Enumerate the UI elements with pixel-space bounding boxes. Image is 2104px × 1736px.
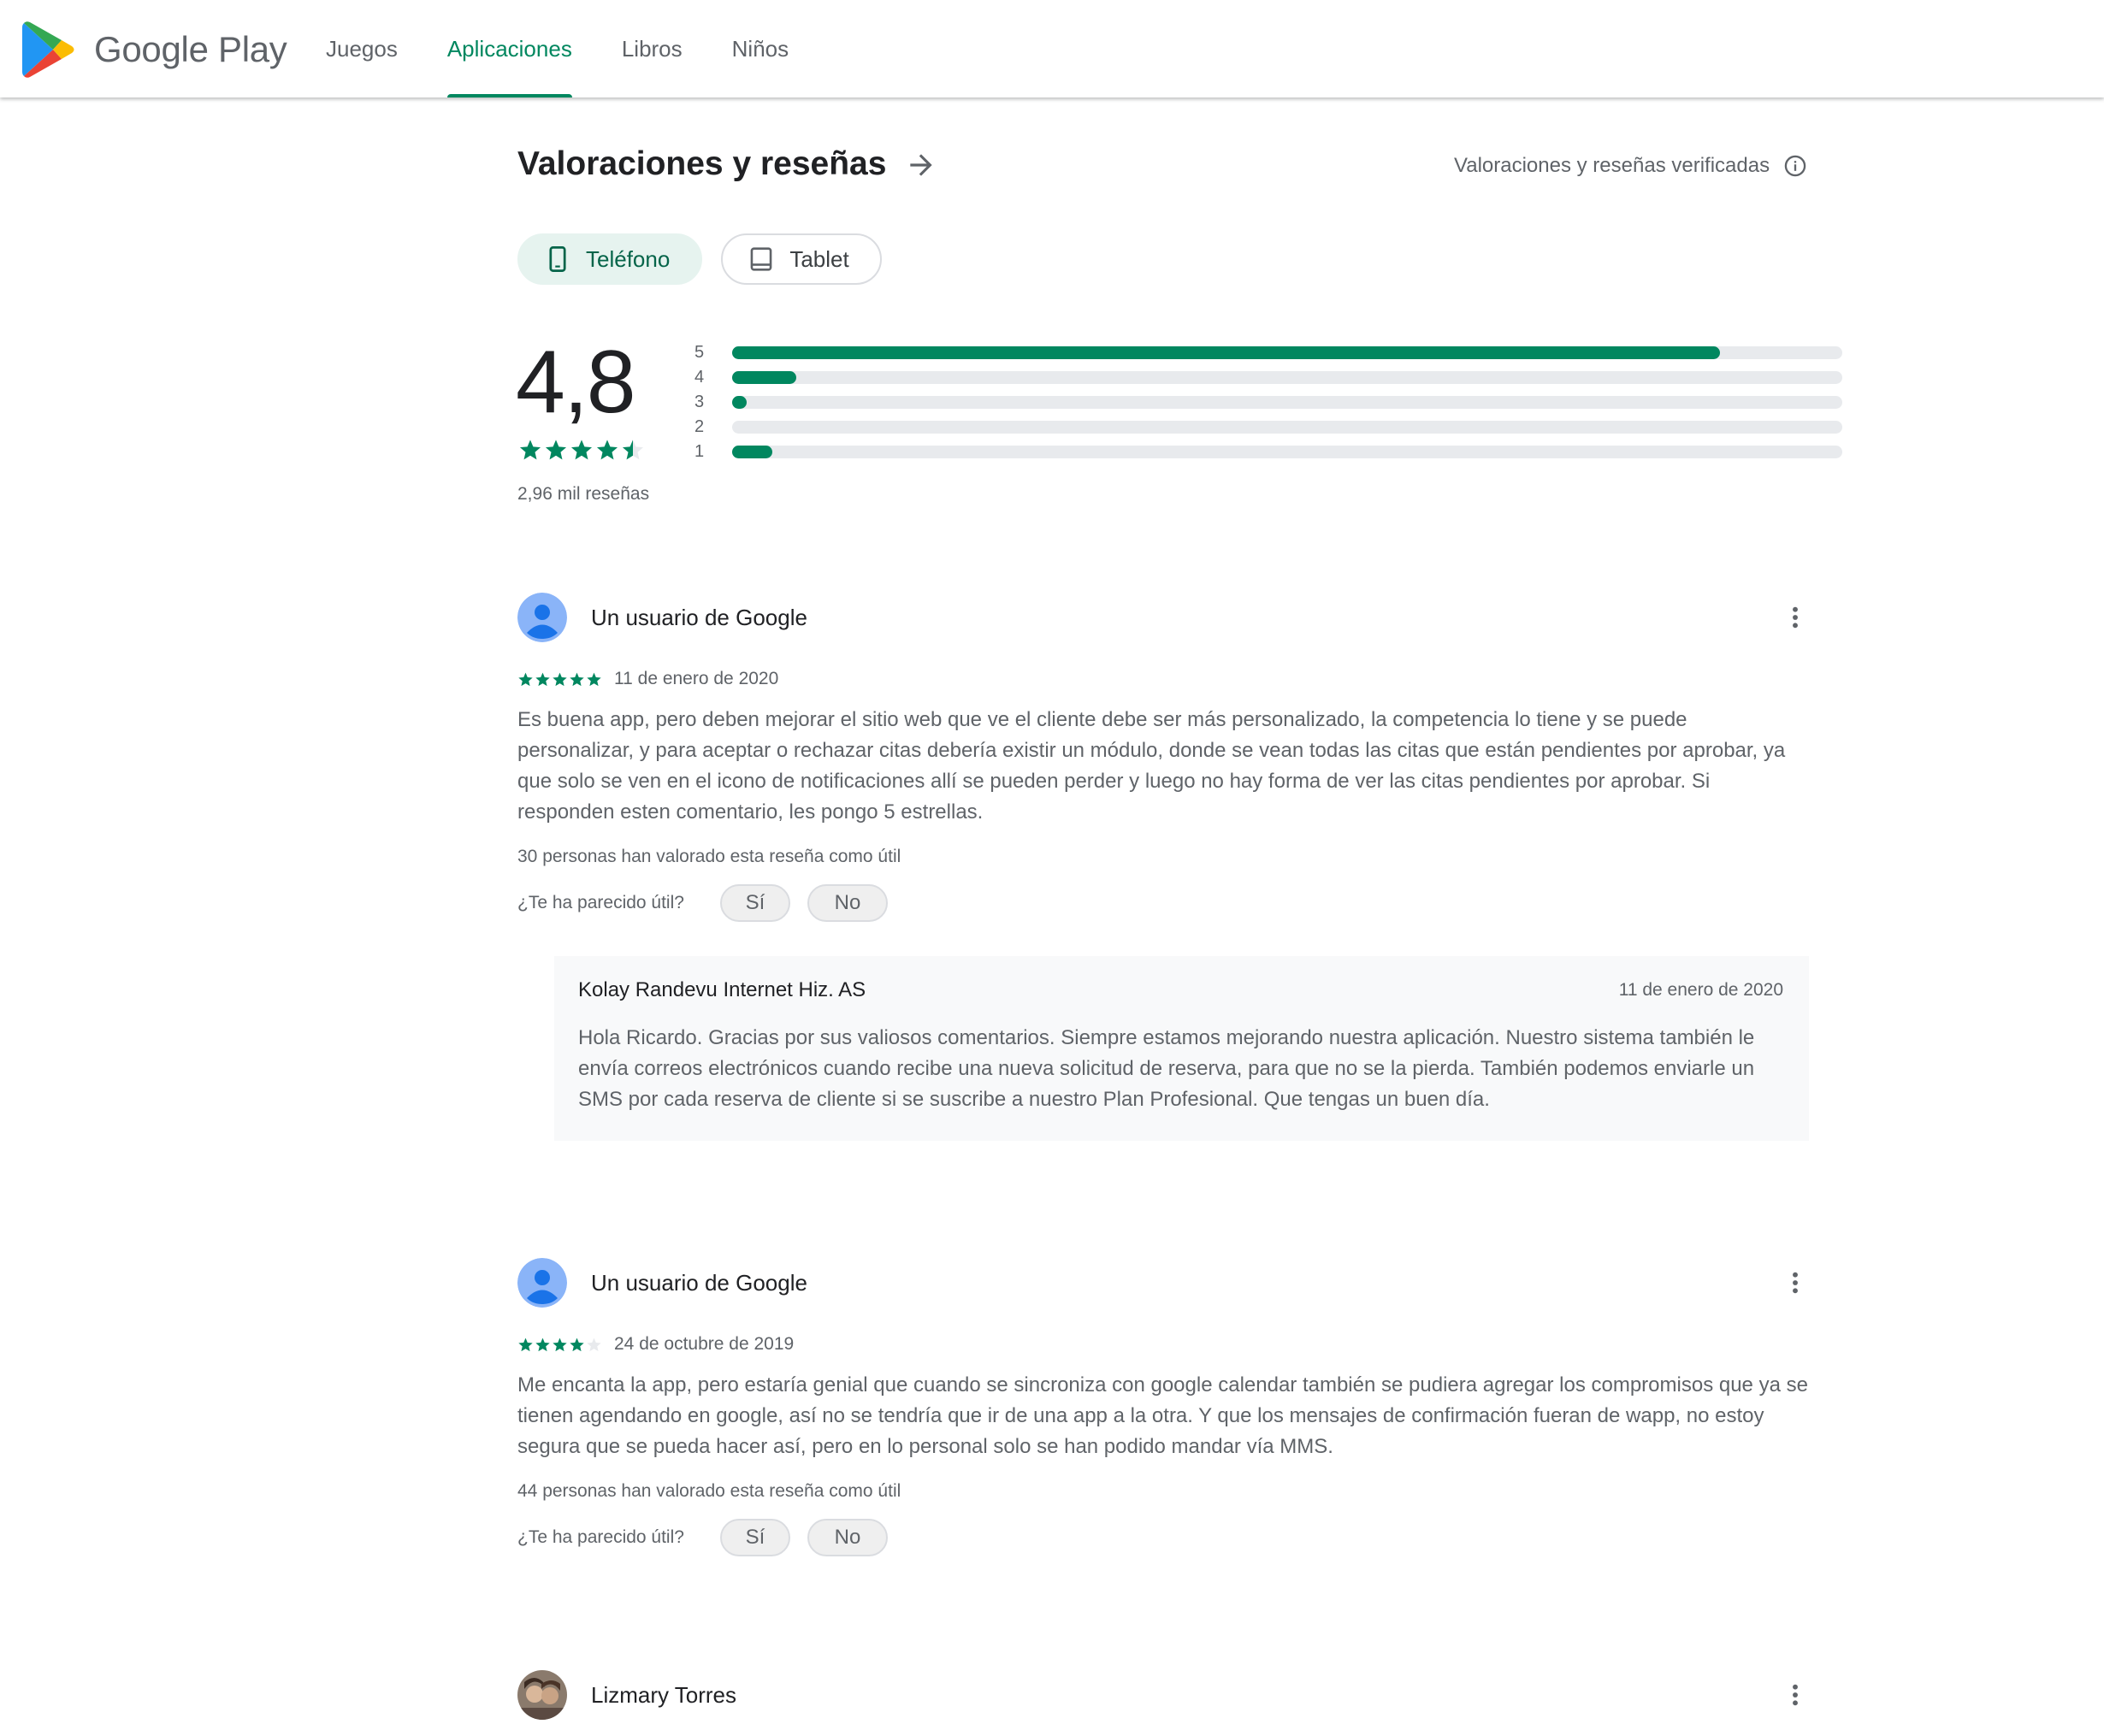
histogram-row-3: 3	[694, 390, 1842, 415]
histogram-track	[732, 346, 1842, 359]
default-user-avatar	[517, 593, 567, 642]
review-count: 2,96 mil reseñas	[517, 484, 650, 504]
star-icon	[587, 1337, 601, 1351]
helpful-no-button[interactable]: No	[807, 1519, 888, 1556]
verified-ratings-label: Valoraciones y reseñas verificadas	[1454, 154, 1807, 178]
review-card: Un usuario de Google 11 de enero de 2020…	[517, 592, 1809, 1141]
star-icon	[553, 672, 567, 686]
review-date: 24 de octubre de 2019	[614, 1334, 795, 1354]
photo-avatar	[517, 1670, 567, 1720]
histogram-row-2: 2	[694, 415, 1842, 440]
star-icon	[519, 440, 541, 460]
histogram-label: 4	[694, 368, 705, 387]
histogram-fill	[732, 371, 797, 384]
histogram-label: 1	[694, 442, 705, 461]
review-date: 11 de enero de 2020	[614, 669, 779, 688]
helpful-count: 30 personas han valorado esta reseña com…	[517, 847, 901, 866]
phone-icon	[549, 246, 566, 272]
default-user-avatar	[517, 1258, 567, 1308]
reply-text: Hola Ricardo. Gracias por sus valiosos c…	[578, 1026, 1755, 1111]
rating-histogram: 5 4 3 2 1	[694, 340, 1842, 464]
histogram-row-5: 5	[694, 340, 1842, 365]
review-author: Un usuario de Google	[591, 604, 807, 630]
nav-tab-juegos[interactable]: Juegos	[301, 0, 423, 97]
review-text: Me encanta la app, pero estaría genial q…	[517, 1373, 1808, 1458]
device-filter-chips: Teléfono Tablet	[517, 233, 882, 285]
more-vert-icon[interactable]	[1782, 604, 1809, 631]
helpful-yes-button[interactable]: Sí	[719, 884, 790, 922]
verified-ratings-text: Valoraciones y reseñas verificadas	[1454, 154, 1770, 177]
histogram-fill	[732, 446, 772, 458]
review-author: Un usuario de Google	[591, 1269, 807, 1296]
google-play-logo-icon	[22, 21, 74, 78]
star-icon	[535, 672, 550, 686]
histogram-label: 3	[694, 393, 705, 411]
star-icon	[570, 1337, 584, 1351]
review-card: Un usuario de Google 24 de octubre de 20…	[517, 1257, 1809, 1556]
section-title: Valoraciones y reseñas	[517, 145, 887, 182]
more-vert-icon[interactable]	[1782, 1681, 1809, 1709]
star-icon	[622, 440, 644, 460]
helpful-question: ¿Te ha parecido útil?	[517, 893, 684, 912]
helpful-count: 44 personas han valorado esta reseña com…	[517, 1481, 901, 1501]
histogram-row-4: 4	[694, 365, 1842, 390]
review-author: Lizmary Torres	[591, 1681, 737, 1708]
top-app-bar: Google Play Juegos Aplicaciones Libros N…	[0, 0, 2104, 97]
chip-tablet-label: Tablet	[789, 245, 849, 272]
star-icon	[570, 672, 584, 686]
histogram-fill	[732, 346, 1721, 359]
review-stars	[517, 671, 602, 688]
nav-tab-libros[interactable]: Libros	[597, 0, 707, 97]
star-icon	[535, 1337, 550, 1351]
star-icon	[553, 1337, 567, 1351]
star-icon	[518, 1337, 533, 1351]
star-icon	[518, 672, 533, 686]
nav-tab-aplicaciones[interactable]: Aplicaciones	[423, 0, 597, 97]
google-play-logo[interactable]: Google Play	[22, 21, 287, 79]
developer-reply: Kolay Randevu Internet Hiz. AS 11 de ene…	[554, 956, 1809, 1141]
arrow-forward-icon[interactable]	[905, 149, 937, 181]
review-stars	[517, 1337, 602, 1353]
chip-tablet[interactable]: Tablet	[721, 233, 882, 285]
more-vert-icon[interactable]	[1782, 1269, 1809, 1296]
reply-author: Kolay Randevu Internet Hiz. AS	[578, 978, 866, 1001]
star-icon	[545, 440, 567, 460]
helpful-yes-button[interactable]: Sí	[719, 1519, 790, 1556]
brand-name: Google Play	[94, 29, 287, 69]
review-card: Lizmary Torres	[517, 1669, 1809, 1721]
histogram-track	[732, 371, 1842, 384]
chip-telefono-label: Teléfono	[586, 245, 671, 272]
chip-telefono[interactable]: Teléfono	[517, 233, 703, 285]
average-rating-stars	[518, 438, 645, 462]
average-rating: 4,8	[516, 333, 636, 432]
reply-date: 11 de enero de 2020	[1618, 980, 1783, 1000]
helpful-question: ¿Te ha parecido útil?	[517, 1527, 684, 1547]
info-icon[interactable]	[1783, 154, 1807, 178]
star-icon	[570, 440, 593, 460]
histogram-label: 5	[694, 343, 705, 362]
star-icon	[596, 440, 618, 460]
main-nav: Juegos Aplicaciones Libros Niños	[301, 0, 813, 97]
histogram-row-1: 1	[694, 440, 1842, 464]
histogram-track	[732, 396, 1842, 409]
histogram-track	[732, 421, 1842, 434]
nav-tab-ninos[interactable]: Niños	[707, 0, 813, 97]
histogram-label: 2	[694, 417, 705, 436]
histogram-track	[732, 446, 1842, 458]
star-icon	[587, 672, 601, 686]
tablet-icon	[750, 247, 772, 271]
review-text: Es buena app, pero deben mejorar el siti…	[517, 708, 1786, 824]
helpful-no-button[interactable]: No	[807, 884, 888, 922]
histogram-fill	[732, 396, 747, 409]
